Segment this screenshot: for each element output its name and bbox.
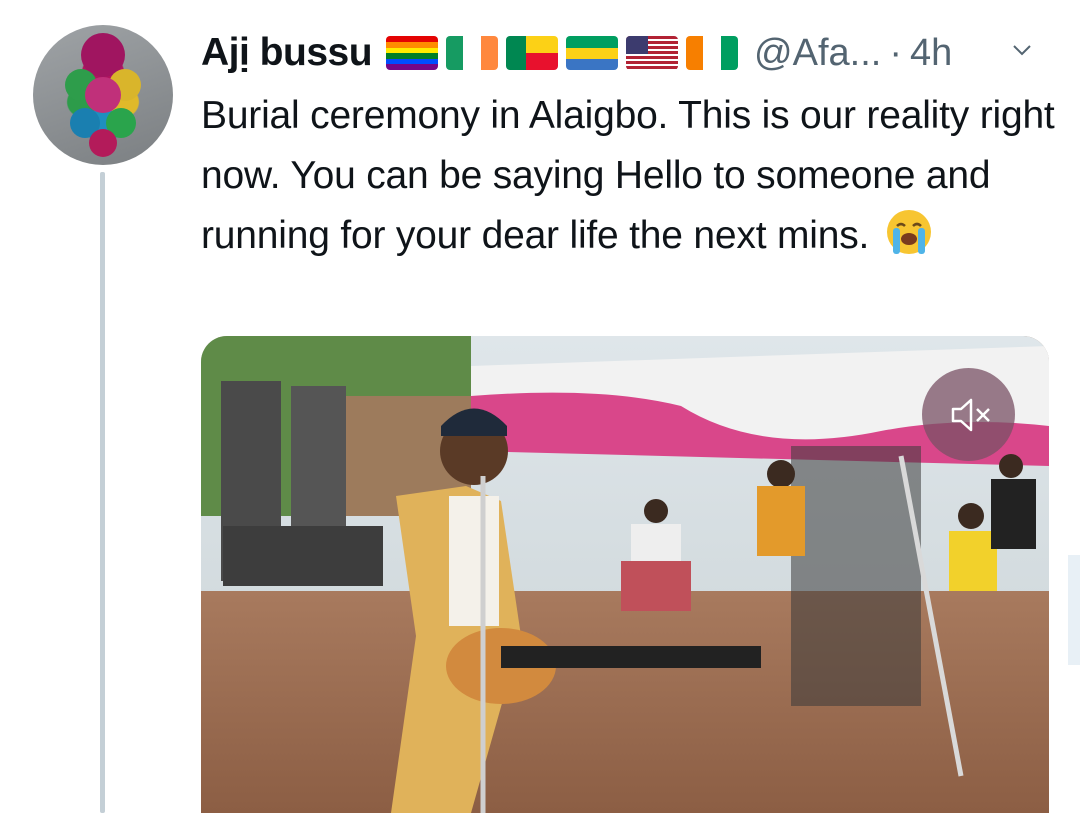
thread-connector-line xyxy=(100,172,105,813)
benin-flag-icon xyxy=(506,36,559,70)
author-avatar[interactable] xyxy=(33,25,173,165)
ireland-flag-icon xyxy=(446,36,499,70)
time-separator: · xyxy=(889,31,902,74)
name-flag-emojis xyxy=(386,36,739,70)
usa-flag-icon xyxy=(626,36,679,70)
mute-toggle-button[interactable] xyxy=(922,368,1015,461)
ivory-coast-flag-icon xyxy=(686,36,739,70)
chevron-down-icon[interactable] xyxy=(1012,40,1032,60)
author-name[interactable]: Ajị bussu xyxy=(201,31,373,75)
partial-edge-element xyxy=(1068,555,1080,665)
tweet-timestamp[interactable]: 4h xyxy=(910,32,952,75)
tweet-header: Ajị bussu @Afa... · 4h xyxy=(201,28,952,78)
loudly-crying-face-icon xyxy=(887,210,932,254)
gabon-flag-icon xyxy=(566,36,619,70)
tweet-text: Burial ceremony in Alaigbo. This is our … xyxy=(201,86,1061,266)
speaker-muted-icon xyxy=(951,398,990,431)
rainbow-flag-icon xyxy=(386,36,439,70)
author-handle[interactable]: @Afa... xyxy=(754,32,881,75)
